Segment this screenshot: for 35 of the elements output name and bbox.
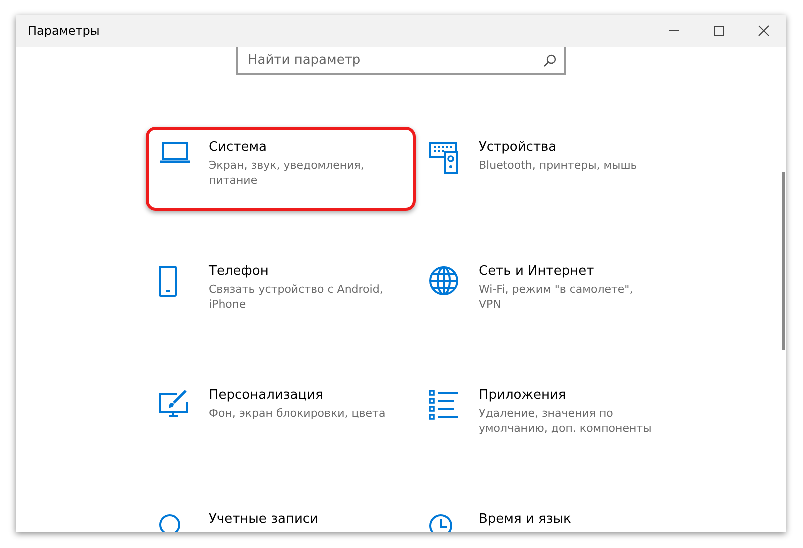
globe-icon — [429, 266, 459, 296]
tile-description: Связать устройство с Android, iPhone — [209, 282, 384, 312]
settings-tile[interactable]: Персонализация Фон, экран блокировки, цвета — [146, 375, 416, 459]
close-icon — [758, 25, 770, 37]
tile-description: Bluetooth, принтеры, мышь — [479, 158, 638, 173]
window-title: Параметры — [28, 24, 100, 38]
settings-tile[interactable]: Приложения Удаление, значения по умолчанию, доп. компоненты — [416, 375, 686, 459]
settings-tile[interactable]: Устройства Bluetooth, принтеры, мышь — [416, 127, 686, 211]
settings-tile[interactable]: Система Экран, звук, уведомления, питание — [146, 127, 416, 211]
search-icon — [543, 54, 557, 68]
scrollbar-thumb[interactable] — [782, 172, 785, 350]
keyboard-speaker-icon — [429, 142, 459, 174]
tile-title: Приложения — [479, 388, 568, 403]
settings-tile[interactable]: Телефон Связать устройство с Android, iPhone — [146, 251, 416, 335]
tile-description: Экран, звук, уведомления, питание — [209, 158, 366, 188]
tile-title: Устройства — [479, 140, 558, 155]
settings-tile[interactable]: Время и язык — [416, 499, 686, 532]
tile-description: Wi-Fi, режим "в самолете", VPN — [479, 282, 634, 312]
phone-icon — [159, 266, 177, 297]
person-icon — [159, 514, 181, 532]
maximize-icon — [712, 25, 724, 37]
settings-tile[interactable]: Учетные записи — [146, 499, 416, 532]
tile-title: Время и язык — [479, 512, 572, 527]
laptop-icon — [159, 142, 191, 164]
tile-title: Система — [209, 140, 268, 155]
tile-title: Персонализация — [209, 388, 324, 403]
tile-title: Учетные записи — [209, 512, 320, 527]
list-icon — [429, 390, 459, 420]
tile-description: Фон, экран блокировки, цвета — [209, 406, 387, 421]
search-field[interactable]: Найти параметр — [236, 47, 566, 75]
monitor-brush-icon — [159, 390, 189, 418]
settings-tile[interactable]: Сеть и Интернет Wi-Fi, режим "в самолете", VPN — [416, 251, 686, 335]
tile-title: Сеть и Интернет — [479, 264, 596, 279]
tile-description: Удаление, значения по умолчанию, доп. компоненты — [479, 406, 653, 436]
tile-title: Телефон — [209, 264, 270, 279]
